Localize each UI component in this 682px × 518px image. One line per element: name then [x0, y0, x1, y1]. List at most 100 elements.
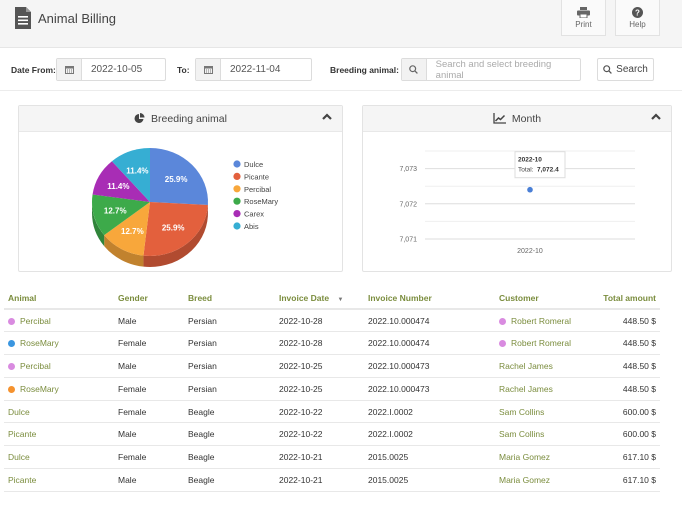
help-icon: ? [632, 6, 643, 18]
cell-invoice-number: 2022.10.000473 [364, 354, 495, 378]
animal-link[interactable]: RoseMary [20, 384, 59, 394]
gender: Female [118, 338, 147, 349]
legend-item-label[interactable]: Abis [244, 222, 259, 231]
date-to-input[interactable]: 2022-11-04 [195, 58, 312, 81]
breed: Persian [188, 338, 217, 349]
search-button[interactable]: Search [597, 58, 654, 81]
invoice-number: 2015.0025 [368, 452, 409, 463]
breeding-animal-label: Breeding animal: [330, 65, 399, 75]
animal-link[interactable]: Dulce [8, 407, 30, 417]
search-icon [603, 65, 613, 74]
date-to-label: To: [177, 65, 190, 75]
search-icon [402, 59, 427, 80]
cell-gender: Female [114, 377, 184, 401]
total-amount: 448.50 $ [622, 315, 656, 326]
calendar-icon [57, 59, 82, 80]
cell-customer: Rachel James [495, 354, 590, 378]
cell-customer: Sam Collins [495, 422, 590, 447]
tooltip-value: 7,072.4 [537, 167, 559, 174]
column-header-total-amount[interactable]: Total amount [590, 287, 660, 310]
animal-link[interactable]: Dulce [8, 452, 30, 462]
customer-link[interactable]: Sam Collins [499, 429, 544, 439]
animal-link[interactable]: Percibal [20, 316, 51, 326]
customer-link[interactable]: Rachel James [499, 361, 553, 371]
y-tick-label: 7,072 [399, 201, 417, 208]
document-icon [15, 7, 31, 29]
invoice-number: 2015.0025 [368, 474, 409, 485]
total-amount: 617.10 $ [622, 452, 656, 463]
legend-item-label[interactable]: Dulce [244, 160, 263, 169]
table-row[interactable]: RoseMary Female Persian 2022-10-25 2022.10.0… [4, 377, 660, 401]
animal-link[interactable]: RoseMary [20, 338, 59, 348]
legend-marker [233, 160, 241, 168]
table-row[interactable]: RoseMary Female Persian 2022-10-28 2022.10.0… [4, 331, 660, 356]
breeding-animal-input[interactable]: Search and select breeding animal [401, 58, 581, 81]
breed: Persian [188, 383, 217, 394]
legend-item-label[interactable]: RoseMary [244, 197, 278, 206]
cell-breed: Persian [184, 309, 275, 333]
cell-invoice-number: 2022.10.000474 [364, 309, 495, 333]
pie-data-label: 12.7% [121, 227, 144, 236]
invoice-date: 2022-10-25 [279, 383, 323, 394]
legend-item-label[interactable]: Picante [244, 172, 269, 181]
column-header-invoice-date[interactable]: Invoice Date ▼ [275, 287, 364, 310]
table-header-row: Animal Gender Breed Invoice Date ▼ Invoi… [4, 287, 660, 310]
customer-link[interactable]: Robert Romeral [511, 338, 571, 348]
invoice-number: 2022.10.000473 [368, 360, 430, 371]
data-point[interactable] [527, 186, 533, 193]
column-header-customer[interactable]: Customer [495, 287, 590, 310]
help-label: Help [629, 19, 646, 29]
legend-item-label[interactable]: Percibal [244, 185, 271, 194]
month-panel: Month 7,071 7,072 7,073 2022-10 2022-10 Total… [362, 105, 672, 272]
table-row[interactable]: Percibal Male Persian 2022-10-25 2022.10.000… [4, 354, 660, 378]
pie-chart: 25.9% 25.9% 12.7% 12.7% 11.4% 11.4% Dulce Pican… [92, 148, 278, 267]
table-row[interactable]: Picante Male Beagle 2022-10-22 2022.I.0002 Sa… [4, 422, 660, 447]
cell-animal: Percibal [4, 309, 114, 333]
cell-customer: Rachel James [495, 377, 590, 401]
y-tick-label: 7,073 [399, 166, 417, 173]
customer-link[interactable]: Sam Collins [499, 407, 544, 417]
cell-total-amount: 600.00 $ [590, 400, 660, 424]
help-button[interactable]: ? Help [615, 0, 660, 36]
cell-customer: Robert Romeral [495, 309, 590, 333]
column-header-gender[interactable]: Gender [114, 287, 184, 310]
invoice-number: 2022.I.0002 [368, 406, 413, 417]
cell-invoice-date: 2022-10-28 [275, 331, 364, 356]
total-amount: 448.50 $ [622, 383, 656, 394]
customer-link[interactable]: Maria Gomez [499, 452, 550, 462]
date-from-label: Date From: [11, 65, 56, 75]
collapse-chevron-icon[interactable] [651, 112, 661, 124]
column-header-animal[interactable]: Animal [4, 287, 114, 310]
animal-link[interactable]: Picante [8, 429, 36, 439]
cell-breed: Persian [184, 331, 275, 356]
legend-marker [233, 197, 241, 205]
table-row[interactable]: Picante Male Beagle 2022-10-21 2015.0025 Mari… [4, 468, 660, 492]
calendar-icon [196, 59, 221, 80]
pie-data-label: 11.4% [107, 182, 129, 191]
total-amount: 448.50 $ [622, 360, 656, 371]
invoice-date: 2022-10-21 [279, 452, 323, 463]
invoice-date: 2022-10-21 [279, 474, 323, 485]
customer-link[interactable]: Robert Romeral [511, 316, 571, 326]
print-button[interactable]: Print [561, 0, 606, 36]
cell-animal: Picante [4, 422, 114, 447]
invoice-number: 2022.I.0002 [368, 429, 413, 440]
collapse-chevron-icon[interactable] [322, 112, 332, 124]
line-chart-icon [493, 113, 506, 124]
table-row[interactable]: Dulce Female Beagle 2022-10-22 2022.I.0002 Sa… [4, 400, 660, 424]
search-button-label: Search [616, 64, 648, 75]
chart-tooltip: 2022-10 Total: 7,072.4 [514, 151, 566, 179]
animal-link[interactable]: Percibal [20, 361, 51, 371]
column-header-invoice-number[interactable]: Invoice Number [364, 287, 495, 310]
legend-item-label[interactable]: Carex [244, 210, 264, 219]
table-row[interactable]: Percibal Male Persian 2022-10-28 2022.10.000… [4, 309, 660, 333]
customer-link[interactable]: Rachel James [499, 384, 553, 394]
cell-animal: RoseMary [4, 331, 114, 356]
animal-link[interactable]: Picante [8, 475, 36, 485]
cell-breed: Beagle [184, 445, 275, 470]
column-header-breed[interactable]: Breed [184, 287, 275, 310]
table-row[interactable]: Dulce Female Beagle 2022-10-21 2015.0025 Mari… [4, 445, 660, 470]
customer-link[interactable]: Maria Gomez [499, 475, 550, 485]
date-from-input[interactable]: 2022-10-05 [56, 58, 166, 81]
breed: Beagle [188, 452, 215, 463]
